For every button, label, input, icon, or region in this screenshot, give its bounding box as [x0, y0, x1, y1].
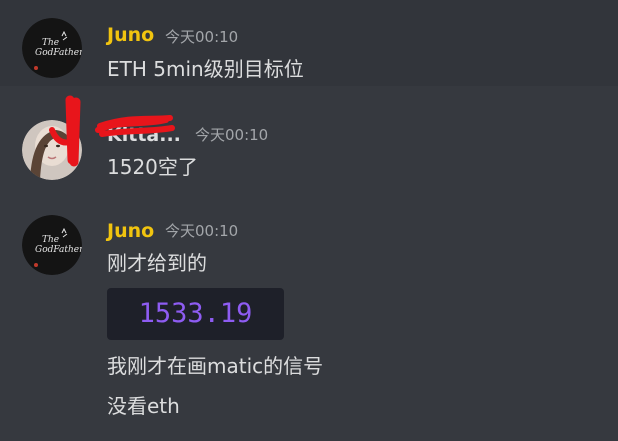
timestamp: 今天00:10 [195, 126, 269, 144]
username[interactable]: Kitta... [107, 124, 181, 146]
avatar[interactable]: The GodFather [22, 18, 82, 78]
message-row[interactable]: The GodFather Juno 今天00:10 刚才给到的 我刚才在画ma… [0, 196, 618, 441]
svg-text:The: The [42, 38, 59, 48]
godfather-logo-avatar-icon: The GodFather [22, 215, 82, 275]
message-row[interactable]: Kitta... 今天00:10 1520空了 [0, 86, 618, 196]
message-text: 刚才给到的 [107, 251, 207, 275]
avatar[interactable]: The GodFather [22, 215, 82, 275]
timestamp: 今天00:10 [165, 222, 239, 240]
username[interactable]: Juno [107, 24, 154, 46]
price-value: 1533.19 [138, 298, 253, 329]
message-text: 没看eth [107, 394, 180, 418]
godfather-logo-avatar-icon: The GodFather [22, 18, 82, 78]
timestamp: 今天00:10 [165, 28, 239, 46]
user-photo-avatar-icon [22, 120, 82, 180]
avatar[interactable] [22, 120, 82, 180]
svg-text:GodFather: GodFather [35, 48, 82, 58]
message-row[interactable]: The GodFather Juno 今天00:10 ETH 5min级别目标位 [0, 0, 618, 86]
price-image-embed[interactable]: 1533.19 [107, 288, 284, 340]
svg-text:The: The [42, 235, 59, 245]
message-text: ETH 5min级别目标位 [107, 57, 304, 81]
message-text: 1520空了 [107, 155, 198, 179]
svg-text:GodFather: GodFather [35, 245, 82, 255]
username[interactable]: Juno [107, 220, 154, 242]
message-text: 我刚才在画matic的信号 [107, 354, 324, 378]
